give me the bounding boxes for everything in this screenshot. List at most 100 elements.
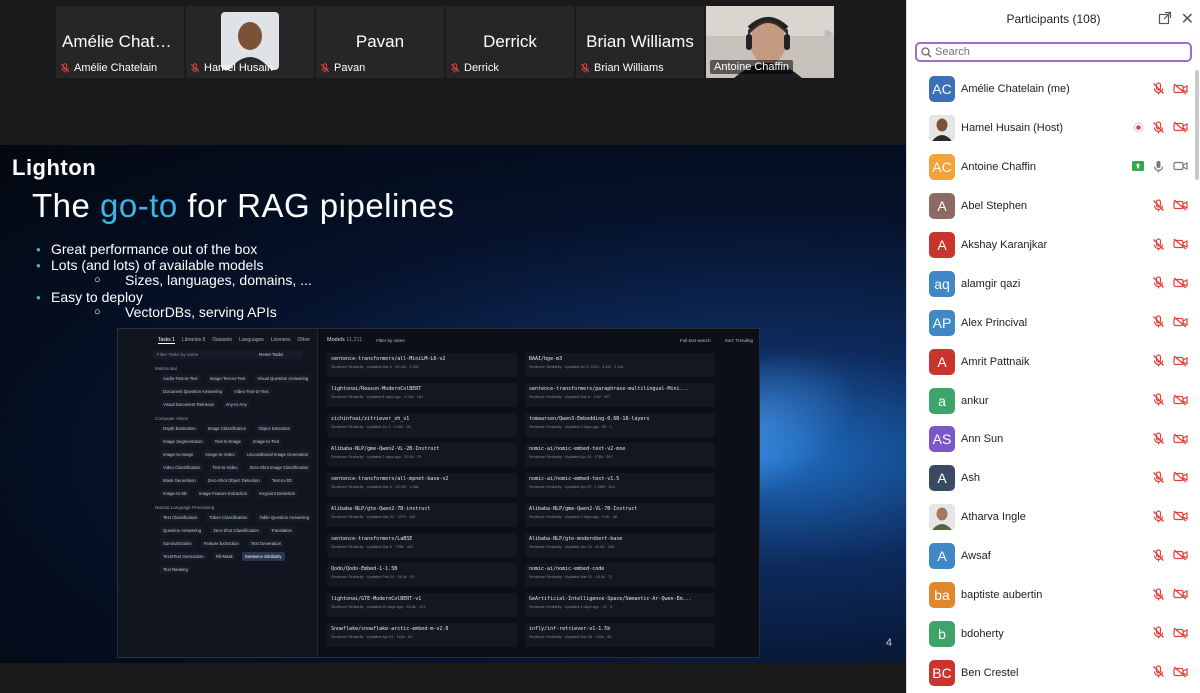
participant-scrollbar[interactable] bbox=[1195, 70, 1199, 180]
hf-chip-group: Audio-Text-to-Text Image-Text-to-Text Visu… bbox=[118, 374, 317, 409]
hf-model-meta: Sentence Similarity · Updated Mar 28 · 1… bbox=[529, 635, 612, 639]
hf-model-name: Alibaba-NLP/gme-Qwen2-VL-2B-Instruct bbox=[331, 446, 440, 452]
participant-avatar: A bbox=[929, 465, 955, 492]
participant-row[interactable]: A Ash bbox=[907, 459, 1200, 498]
participant-row[interactable]: AS Ann Sun bbox=[907, 420, 1200, 459]
search-icon bbox=[921, 46, 932, 57]
video-icon[interactable] bbox=[1173, 160, 1188, 172]
close-icon[interactable]: ✕ bbox=[1181, 9, 1194, 29]
participant-status-icons bbox=[1152, 315, 1188, 328]
video-off-icon[interactable] bbox=[1173, 83, 1188, 95]
participant-row[interactable]: ba baptiste aubertin bbox=[907, 576, 1200, 615]
mic-muted-icon[interactable] bbox=[1152, 315, 1165, 328]
hf-task-chip: Video-Text-to-Text bbox=[231, 387, 272, 396]
participant-photo bbox=[929, 115, 955, 142]
participant-row[interactable]: AC Antoine Chaffin bbox=[907, 148, 1200, 187]
hf-model-meta: Sentence Similarity · Updated 2 days ago… bbox=[331, 455, 422, 459]
mic-muted-icon[interactable] bbox=[1152, 237, 1165, 251]
mic-muted-icon[interactable] bbox=[1152, 510, 1165, 523]
hf-task-chip: Depth Estimation bbox=[160, 424, 199, 433]
participant-row[interactable]: AP Alex Princival bbox=[907, 303, 1200, 342]
video-off-icon[interactable] bbox=[1173, 355, 1188, 367]
screen-share-icon bbox=[1132, 161, 1144, 172]
mic-muted-icon[interactable] bbox=[1152, 587, 1165, 601]
hf-model-meta: Sentence Similarity · Updated 4 days ago… bbox=[529, 605, 612, 609]
participant-row[interactable]: A Amrit Pattnaik bbox=[907, 342, 1200, 381]
search-input[interactable] bbox=[935, 46, 1175, 58]
hf-model-name: sentence-transformers/all-MiniLM-L6-v2 bbox=[331, 356, 446, 362]
tile-participant-name: Brian Williams bbox=[594, 62, 664, 74]
video-off-icon[interactable] bbox=[1173, 121, 1188, 133]
video-tile[interactable]: Amélie Chate... Amélie Chatelain bbox=[56, 6, 184, 78]
hf-model-card: Alibaba-NLP/gte-modernbert-base Sentence … bbox=[525, 533, 715, 557]
video-off-icon[interactable] bbox=[1173, 666, 1188, 678]
participant-name: Ann Sun bbox=[961, 433, 1004, 446]
mic-muted-icon[interactable] bbox=[1152, 665, 1165, 678]
video-off-icon[interactable] bbox=[1173, 471, 1188, 483]
mic-muted-icon[interactable] bbox=[1152, 471, 1165, 484]
strip-next-icon[interactable]: ▶ bbox=[825, 26, 834, 40]
participant-row[interactable]: BC Ben Crestel bbox=[907, 653, 1200, 692]
video-tile[interactable]: Hamel Husain bbox=[186, 6, 314, 78]
hf-tab: Other bbox=[297, 337, 311, 343]
hf-model-name: Qodo/Qodo-Embed-1-1.5B bbox=[331, 566, 398, 572]
hf-model-card: zichinfoai/zitriever_zh_v1 Sentence Simil… bbox=[327, 413, 517, 437]
mic-muted-icon[interactable] bbox=[1152, 82, 1165, 95]
hf-model-card: nomic-ai/nomic-embed-text-v1.5 Sentence S… bbox=[525, 473, 715, 497]
video-off-icon[interactable] bbox=[1173, 199, 1188, 211]
participant-row[interactable]: Hamel Husain (Host) bbox=[907, 109, 1200, 148]
participant-row[interactable]: A Akshay Karanjkar bbox=[907, 226, 1200, 265]
hf-model-card: nomic-ai/nomic-embed-text-v2-moe Sentence… bbox=[525, 443, 715, 467]
participant-photo bbox=[929, 504, 955, 531]
video-tile[interactable]: Pavan Pavan bbox=[316, 6, 444, 78]
tile-label: Brian Williams bbox=[580, 62, 664, 74]
mic-muted-icon[interactable] bbox=[1152, 432, 1165, 445]
video-off-icon[interactable] bbox=[1173, 316, 1188, 328]
hf-model-name: Alibaba-NLP/gme-Qwen2-VL-7B-Instruct bbox=[529, 506, 638, 512]
hf-tab: Licenses bbox=[270, 337, 291, 343]
mic-muted-icon[interactable] bbox=[1152, 121, 1165, 134]
participant-row[interactable]: aq alamgir qazi bbox=[907, 264, 1200, 303]
participant-row[interactable]: A Awsaf bbox=[907, 537, 1200, 576]
video-tile[interactable]: Derrick Derrick bbox=[446, 6, 574, 78]
popout-icon[interactable] bbox=[1158, 11, 1172, 25]
participant-row[interactable]: b bdoherty bbox=[907, 614, 1200, 653]
participant-status-icons bbox=[1152, 237, 1188, 251]
participant-row[interactable]: a ankur bbox=[907, 381, 1200, 420]
participant-row[interactable]: AC Amélie Chatelain (me) bbox=[907, 70, 1200, 109]
participant-search[interactable] bbox=[915, 42, 1192, 62]
hf-model-name: Alibaba-NLP/gte-modernbert-base bbox=[529, 536, 623, 542]
video-off-icon[interactable] bbox=[1173, 588, 1188, 600]
hf-task-chip: Text Generation bbox=[247, 539, 285, 548]
participants-panel: Participants (108) ✕ AC Amélie Chatelain … bbox=[906, 0, 1200, 693]
participant-name: Amélie Chatelain (me) bbox=[961, 83, 1070, 96]
participant-avatar: A bbox=[929, 232, 955, 258]
video-tile[interactable]: Brian Williams Brian Williams bbox=[576, 6, 704, 78]
participant-status-icons bbox=[1152, 471, 1188, 484]
hf-task-chip: Table Question Answering bbox=[256, 513, 313, 522]
participant-status-icons bbox=[1152, 549, 1188, 562]
hf-model-name: GeArtificial-Intelligence-Space/Semantic… bbox=[529, 596, 692, 602]
video-off-icon[interactable] bbox=[1173, 238, 1188, 250]
participant-name: Ash bbox=[961, 472, 980, 485]
video-off-icon[interactable] bbox=[1173, 394, 1188, 406]
mic-muted-icon[interactable] bbox=[1152, 354, 1165, 367]
hf-task-chip: Image Feature Extraction bbox=[195, 489, 251, 498]
mic-muted-icon[interactable] bbox=[1152, 549, 1165, 562]
mic-muted-icon[interactable] bbox=[1152, 393, 1165, 406]
mic-muted-icon[interactable] bbox=[1152, 199, 1165, 212]
video-off-icon[interactable] bbox=[1173, 277, 1188, 289]
video-off-icon[interactable] bbox=[1173, 627, 1188, 639]
video-off-icon[interactable] bbox=[1173, 510, 1188, 522]
video-tile[interactable]: Antoine Chaffin bbox=[706, 6, 834, 78]
mic-muted-icon[interactable] bbox=[1152, 276, 1165, 289]
hf-task-chip: Sentence Similarity bbox=[241, 552, 285, 561]
hf-model-name: BAAI/bge-m3 bbox=[529, 356, 563, 362]
video-off-icon[interactable] bbox=[1173, 549, 1188, 561]
participant-row[interactable]: Atharva Ingle bbox=[907, 498, 1200, 537]
mic-muted-icon[interactable] bbox=[1152, 626, 1165, 639]
video-off-icon[interactable] bbox=[1173, 433, 1188, 445]
mic-icon[interactable] bbox=[1152, 160, 1165, 173]
participant-row[interactable]: A Abel Stephen bbox=[907, 187, 1200, 226]
hf-tabs: Tasks 1 Libraries 8 Datasets Languages Licen… bbox=[118, 329, 317, 344]
